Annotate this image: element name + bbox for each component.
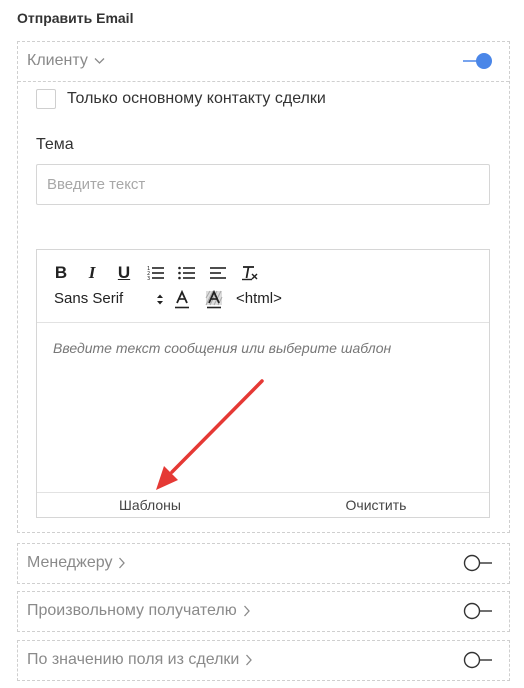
client-section-label: Клиенту [27,52,88,69]
align-icon[interactable] [207,262,229,284]
subject-label: Тема [36,136,74,153]
select-arrows-icon [157,294,163,305]
clear-format-icon[interactable] [239,262,261,284]
field-value-section[interactable]: По значению поля из сделки [17,640,510,681]
background-color-icon[interactable] [205,290,223,310]
main-contact-checkbox-label[interactable]: Только основному контакту сделки [67,90,326,108]
subject-input[interactable] [36,164,490,205]
html-mode-button[interactable]: <html> [236,290,282,307]
svg-text:3: 3 [147,276,150,281]
chevron-right-icon [243,605,250,617]
field-value-toggle[interactable] [463,651,493,669]
clear-button[interactable]: Очистить [263,493,489,517]
text-color-icon[interactable] [173,290,191,310]
bullet-list-icon[interactable] [176,262,198,284]
chevron-right-icon [119,557,126,569]
italic-icon[interactable]: I [81,262,103,284]
underline-icon[interactable]: U [113,262,135,284]
editor-toolbar: B I U 1 2 3 Sans Serif <html> [37,250,489,323]
bold-icon[interactable]: B [50,262,72,284]
chevron-right-icon [246,654,253,666]
ordered-list-icon[interactable]: 1 2 3 [145,262,167,284]
client-section-title[interactable]: Клиенту [27,52,105,70]
manager-section[interactable]: Менеджеру [17,543,510,584]
templates-button[interactable]: Шаблоны [37,493,263,517]
main-contact-checkbox[interactable] [36,89,56,109]
manager-toggle[interactable] [463,554,493,572]
page-title: Отправить Email [17,10,134,26]
custom-recipient-section-title[interactable]: Произвольному получателю [27,602,251,620]
client-section: Клиенту Только основному контакту сделки… [17,41,510,533]
font-family-select[interactable]: Sans Serif [54,290,164,310]
client-section-header[interactable]: Клиенту [18,42,509,82]
manager-section-title[interactable]: Менеджеру [27,554,126,572]
field-value-section-label: По значению поля из сделки [27,651,240,668]
custom-recipient-toggle[interactable] [463,602,493,620]
custom-recipient-section-label: Произвольному получателю [27,602,237,619]
client-toggle[interactable] [463,52,493,70]
editor-placeholder: Введите текст сообщения или выберите шаб… [53,340,392,356]
message-editor: B I U 1 2 3 Sans Serif <html> Введите те… [36,249,490,518]
editor-body[interactable]: Введите текст сообщения или выберите шаб… [37,324,489,492]
field-value-section-title[interactable]: По значению поля из сделки [27,651,253,669]
manager-section-label: Менеджеру [27,554,113,571]
custom-recipient-section[interactable]: Произвольному получателю [17,591,510,632]
chevron-down-icon [94,57,105,64]
font-family-value: Sans Serif [54,290,124,307]
editor-footer: Шаблоны Очистить [37,492,489,517]
